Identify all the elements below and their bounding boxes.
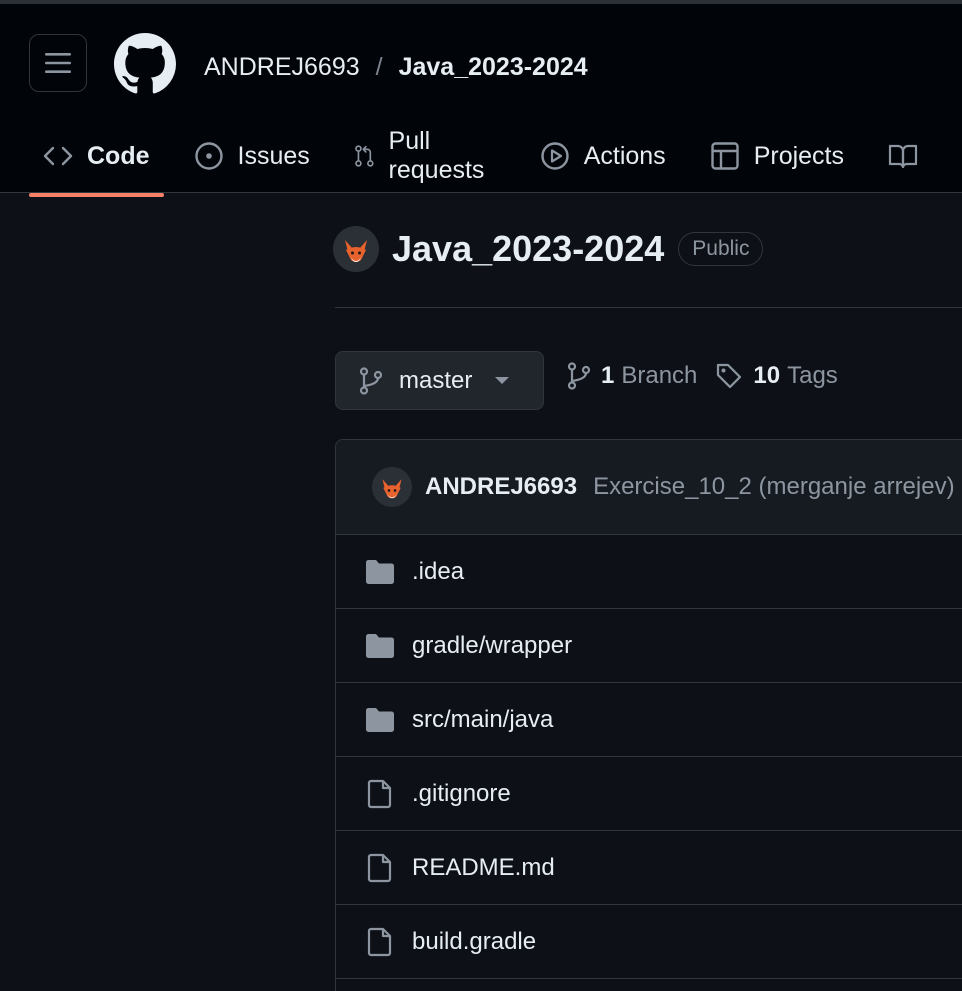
tag-icon <box>717 363 742 389</box>
tab-actions[interactable]: Actions <box>526 122 680 190</box>
hamburger-icon <box>45 53 71 73</box>
top-header: ANDREJ6693 / Java_2023-2024 Code Issues … <box>0 0 962 197</box>
github-logo-icon[interactable] <box>114 33 176 95</box>
header-divider <box>335 307 962 308</box>
latest-commit-row: ANDREJ6693 Exercise_10_2 (merganje arrej… <box>336 440 962 535</box>
tab-actions-label: Actions <box>583 141 666 170</box>
tag-label: Tags <box>787 362 838 389</box>
file-row-gitignore[interactable]: .gitignore <box>336 757 962 831</box>
folder-icon <box>366 559 394 584</box>
tab-projects-label: Projects <box>753 141 844 170</box>
file-name: README.md <box>412 853 555 881</box>
commit-author-avatar[interactable] <box>372 467 412 507</box>
breadcrumb-separator: / <box>375 53 383 81</box>
file-row-gradle-wrapper[interactable]: gradle/wrapper <box>336 609 962 683</box>
file-icon <box>367 927 392 956</box>
tab-pull-requests[interactable]: Pull requests <box>340 122 510 190</box>
issue-circle-icon <box>194 142 223 170</box>
tab-pull-requests-label: Pull requests <box>388 127 485 184</box>
file-name: .gitignore <box>412 779 511 807</box>
tab-code-label: Code <box>87 141 150 170</box>
folder-icon <box>366 633 394 658</box>
commit-author-link[interactable]: ANDREJ6693 <box>425 473 577 501</box>
breadcrumb-repo-link[interactable]: Java_2023-2024 <box>399 51 588 83</box>
breadcrumb: ANDREJ6693 / Java_2023-2024 <box>204 51 588 83</box>
repo-nav: Code Issues Pull requests Actions Projec… <box>29 122 962 197</box>
file-name: build.gradle <box>412 927 537 955</box>
visibility-badge: Public <box>678 232 764 266</box>
chevron-down-icon <box>495 376 510 384</box>
branch-name: master <box>399 366 473 394</box>
tab-wiki[interactable] <box>874 122 946 190</box>
file-name: gradle/wrapper <box>412 631 573 659</box>
tab-issues[interactable]: Issues <box>180 122 324 190</box>
file-row-build-gradle[interactable]: build.gradle <box>336 905 962 979</box>
file-icon <box>367 853 392 882</box>
file-row-idea[interactable]: .idea <box>336 535 962 609</box>
table-icon <box>710 142 739 170</box>
tab-projects[interactable]: Projects <box>696 122 858 190</box>
breadcrumb-owner-link[interactable]: ANDREJ6693 <box>204 51 360 83</box>
file-row-readme[interactable]: README.md <box>336 831 962 905</box>
commit-message-link[interactable]: Exercise_10_2 (merganje arrejev) <box>593 473 955 501</box>
branch-selector-button[interactable]: master <box>335 351 544 410</box>
branches-link[interactable]: 1 Branch <box>567 362 697 390</box>
owner-avatar[interactable] <box>333 226 379 272</box>
tag-count: 10 <box>753 362 781 389</box>
tab-issues-label: Issues <box>237 141 310 170</box>
file-row-src-main-java[interactable]: src/main/java <box>336 683 962 757</box>
file-icon <box>367 779 392 808</box>
branch-label: Branch <box>621 362 698 389</box>
folder-icon <box>366 707 394 732</box>
book-icon <box>888 144 918 169</box>
file-name: .idea <box>412 557 465 585</box>
code-icon <box>43 146 73 166</box>
branch-count: 1 <box>601 362 615 389</box>
pull-request-icon <box>354 145 374 167</box>
git-branch-icon <box>359 366 383 395</box>
repo-header: Java_2023-2024 Public <box>333 226 764 272</box>
repo-stats: 1 Branch 10 Tags <box>567 362 856 390</box>
tab-code[interactable]: Code <box>29 122 164 197</box>
file-browser: ANDREJ6693 Exercise_10_2 (merganje arrej… <box>335 439 962 991</box>
git-branch-icon <box>567 362 591 390</box>
repo-title[interactable]: Java_2023-2024 <box>392 228 664 270</box>
hamburger-menu-button[interactable] <box>29 34 87 92</box>
play-circle-icon <box>541 142 569 170</box>
file-name: src/main/java <box>412 705 554 733</box>
tags-link[interactable]: 10 Tags <box>715 362 838 390</box>
